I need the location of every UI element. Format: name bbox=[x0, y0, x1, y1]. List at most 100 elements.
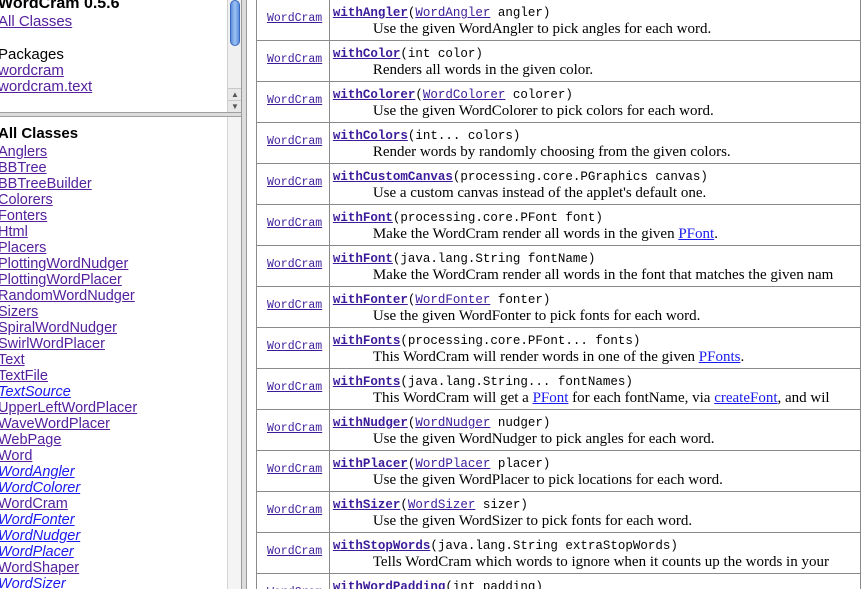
return-type-link[interactable]: WordCram bbox=[267, 381, 322, 394]
return-type-link[interactable]: WordCram bbox=[267, 176, 322, 189]
method-row: WordCram withFont(java.lang.String fontNa… bbox=[256, 245, 861, 287]
all-classes-frame: All Classes Anglers BBTree BBTreeBuilder Co… bbox=[0, 117, 241, 589]
class-link[interactable]: BBTree bbox=[0, 160, 223, 176]
signature-text: ( bbox=[400, 498, 408, 512]
class-link[interactable]: UpperLeftWordPlacer bbox=[0, 400, 223, 416]
class-link[interactable]: WordNudger bbox=[0, 528, 223, 544]
class-link[interactable]: PlottingWordPlacer bbox=[0, 272, 223, 288]
classes-scrollbar[interactable] bbox=[227, 117, 241, 589]
param-type-link[interactable]: WordPlacer bbox=[415, 457, 490, 471]
method-name-link[interactable]: withNudger bbox=[333, 416, 408, 430]
class-link[interactable]: Placers bbox=[0, 240, 223, 256]
class-link[interactable]: WordCram bbox=[0, 496, 223, 512]
class-link[interactable]: Text bbox=[0, 352, 223, 368]
method-name-link[interactable]: withPlacer bbox=[333, 457, 408, 471]
packages-label: Packages bbox=[0, 46, 64, 63]
class-link[interactable]: Fonters bbox=[0, 208, 223, 224]
return-type-link[interactable]: WordCram bbox=[267, 299, 322, 312]
class-link[interactable]: Colorers bbox=[0, 192, 223, 208]
return-type-link[interactable]: WordCram bbox=[267, 504, 322, 517]
class-link[interactable]: WordPlacer bbox=[0, 544, 223, 560]
method-signature: withFont(java.lang.String fontName) bbox=[333, 252, 860, 266]
method-detail-cell: withWordPadding(int padding) bbox=[328, 573, 861, 589]
return-type-link[interactable]: WordCram bbox=[267, 258, 322, 271]
method-name-link[interactable]: withStopWords bbox=[333, 539, 431, 553]
method-signature: withFonts(processing.core.PFont... fonts… bbox=[333, 334, 860, 348]
scrollbar-thumb[interactable] bbox=[230, 0, 240, 46]
description-link[interactable]: PFont bbox=[678, 226, 714, 242]
return-type-link[interactable]: WordCram bbox=[267, 422, 322, 435]
method-signature: withStopWords(java.lang.String extraStop… bbox=[333, 539, 860, 553]
scroll-down-arrow-icon[interactable]: ▼ bbox=[228, 100, 241, 112]
param-type-link[interactable]: WordAngler bbox=[415, 6, 490, 20]
class-link[interactable]: WordColorer bbox=[0, 480, 223, 496]
return-type-link[interactable]: WordCram bbox=[267, 12, 322, 25]
return-type-cell: WordCram bbox=[256, 532, 330, 574]
class-link[interactable]: TextSource bbox=[0, 384, 223, 400]
method-row: WordCram withFonter(WordFonter fonter) Use… bbox=[256, 286, 861, 328]
method-detail-cell: withCustomCanvas(processing.core.PGraphi… bbox=[328, 163, 861, 205]
return-type-link[interactable]: WordCram bbox=[267, 463, 322, 476]
method-name-link[interactable]: withColors bbox=[333, 129, 408, 143]
description-text: Tells WordCram which words to ignore whe… bbox=[372, 554, 829, 570]
method-name-link[interactable]: withWordPadding bbox=[333, 580, 446, 589]
packages-scrollbar[interactable]: ▲ ▼ bbox=[227, 0, 241, 112]
method-name-link[interactable]: withSizer bbox=[333, 498, 401, 512]
signature-text: nudger) bbox=[490, 416, 551, 430]
return-type-link[interactable]: WordCram bbox=[267, 545, 322, 558]
method-row: WordCram withFonts(processing.core.PFont.… bbox=[256, 327, 861, 369]
return-type-link[interactable]: WordCram bbox=[267, 94, 322, 107]
class-link[interactable]: Anglers bbox=[0, 144, 223, 160]
method-signature: withColorer(WordColorer colorer) bbox=[333, 88, 860, 102]
class-link[interactable]: WordAngler bbox=[0, 464, 223, 480]
class-link[interactable]: WaveWordPlacer bbox=[0, 416, 223, 432]
class-link[interactable]: WordSizer bbox=[0, 576, 223, 589]
method-row: WordCram withNudger(WordNudger nudger) Use… bbox=[256, 409, 861, 451]
return-type-link[interactable]: WordCram bbox=[267, 53, 322, 66]
package-link-wordcram[interactable]: wordcram bbox=[0, 63, 228, 79]
method-name-link[interactable]: withFonter bbox=[333, 293, 408, 307]
param-type-link[interactable]: WordNudger bbox=[415, 416, 490, 430]
return-type-link[interactable]: WordCram bbox=[267, 217, 322, 230]
method-signature: withColor(int color) bbox=[333, 47, 860, 61]
method-name-link[interactable]: withFonts bbox=[333, 375, 401, 389]
description-link[interactable]: createFont bbox=[714, 390, 777, 406]
return-type-link[interactable]: WordCram bbox=[267, 340, 322, 353]
class-link[interactable]: Html bbox=[0, 224, 223, 240]
class-link[interactable]: SpiralWordNudger bbox=[0, 320, 223, 336]
description-link[interactable]: PFonts bbox=[699, 349, 741, 365]
all-classes-link[interactable]: All Classes bbox=[0, 14, 228, 30]
return-type-cell: WordCram bbox=[256, 286, 330, 328]
param-type-link[interactable]: WordFonter bbox=[415, 293, 490, 307]
package-link-wordcram-text[interactable]: wordcram.text bbox=[0, 79, 228, 95]
method-name-link[interactable]: withCustomCanvas bbox=[333, 170, 453, 184]
method-name-link[interactable]: withAngler bbox=[333, 6, 408, 20]
class-link[interactable]: TextFile bbox=[0, 368, 223, 384]
class-link[interactable]: WordShaper bbox=[0, 560, 223, 576]
class-link[interactable]: Word bbox=[0, 448, 223, 464]
class-link[interactable]: SwirlWordPlacer bbox=[0, 336, 223, 352]
method-detail-cell: withFonter(WordFonter fonter) Use the giv… bbox=[328, 286, 861, 328]
method-name-link[interactable]: withFont bbox=[333, 252, 393, 266]
method-row: WordCram withSizer(WordSizer sizer) Use th… bbox=[256, 491, 861, 533]
description-text: Use the given WordNudger to pick angles … bbox=[372, 431, 715, 447]
description-text: This WordCram will render words in one o… bbox=[372, 349, 699, 365]
method-name-link[interactable]: withColorer bbox=[333, 88, 416, 102]
param-type-link[interactable]: WordSizer bbox=[408, 498, 476, 512]
class-link[interactable]: PlottingWordNudger bbox=[0, 256, 223, 272]
method-name-link[interactable]: withFont bbox=[333, 211, 393, 225]
return-type-link[interactable]: WordCram bbox=[267, 135, 322, 148]
param-type-link[interactable]: WordColorer bbox=[423, 88, 506, 102]
signature-text: colorer) bbox=[505, 88, 573, 102]
class-link[interactable]: WordFonter bbox=[0, 512, 223, 528]
signature-text: (processing.core.PFont... fonts) bbox=[400, 334, 641, 348]
method-name-link[interactable]: withFonts bbox=[333, 334, 401, 348]
description-text: Make the WordCram render all words in th… bbox=[372, 267, 834, 283]
description-link[interactable]: PFont bbox=[533, 390, 569, 406]
method-name-link[interactable]: withColor bbox=[333, 47, 401, 61]
class-link[interactable]: BBTreeBuilder bbox=[0, 176, 223, 192]
class-link[interactable]: WebPage bbox=[0, 432, 223, 448]
scroll-up-arrow-icon[interactable]: ▲ bbox=[228, 88, 241, 100]
class-link[interactable]: RandomWordNudger bbox=[0, 288, 223, 304]
class-link[interactable]: Sizers bbox=[0, 304, 223, 320]
